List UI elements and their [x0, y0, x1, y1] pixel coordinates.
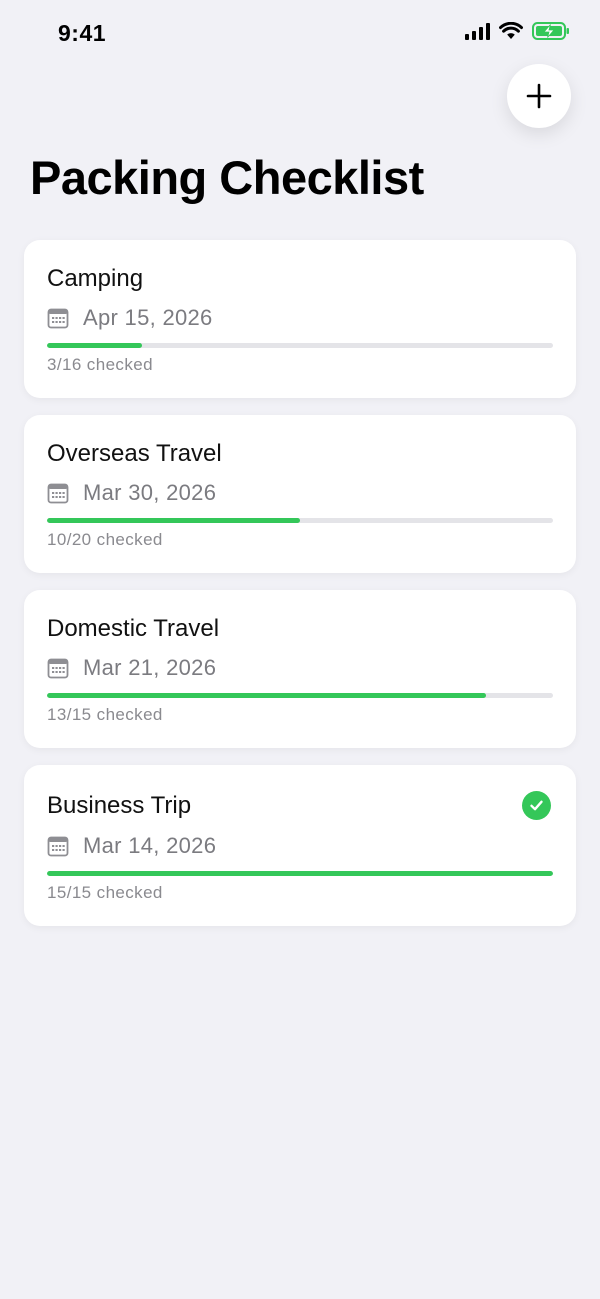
checked-count: 10/20 checked — [47, 530, 163, 549]
cellular-signal-icon — [465, 22, 490, 40]
plus-icon — [526, 83, 552, 109]
status-bar: 9:41 — [0, 0, 600, 64]
card-title: Domestic Travel — [47, 615, 220, 642]
progress-fill — [47, 343, 142, 348]
calendar-icon — [47, 836, 69, 857]
progress-bar — [47, 871, 553, 876]
checked-count: 15/15 checked — [47, 883, 163, 902]
trip-date: Mar 14, 2026 — [83, 833, 217, 858]
checked-count: 13/15 checked — [47, 705, 163, 724]
calendar-icon — [47, 308, 69, 329]
checklist-card-camping[interactable]: Camping Apr 15, 2026 3/16 checked — [24, 240, 576, 398]
card-title: Camping — [47, 265, 144, 292]
page-title: Packing Checklist — [30, 151, 424, 204]
date-row: Mar 21, 2026 — [47, 654, 216, 682]
progress-bar — [47, 343, 553, 348]
progress-fill — [47, 871, 553, 876]
calendar-icon — [47, 658, 69, 679]
date-row: Apr 15, 2026 — [47, 304, 213, 332]
completed-check-icon — [522, 791, 551, 820]
calendar-icon — [47, 483, 69, 504]
card-title: Overseas Travel — [47, 440, 222, 467]
checked-count: 3/16 checked — [47, 355, 153, 374]
wifi-icon — [499, 22, 523, 39]
battery-charging-icon — [532, 22, 569, 40]
date-row: Mar 14, 2026 — [47, 832, 216, 860]
progress-bar — [47, 693, 553, 698]
date-row: Mar 30, 2026 — [47, 479, 216, 507]
trip-date: Mar 21, 2026 — [83, 655, 217, 680]
checklist-card-domestic-travel[interactable]: Domestic Travel Mar 21, 2026 13/15 check… — [24, 590, 576, 748]
checklist-card-business-trip[interactable]: Business Trip Mar 14, 2026 15/15 checked — [24, 765, 576, 926]
trip-date: Mar 30, 2026 — [83, 480, 217, 505]
status-time: 9:41 — [58, 20, 107, 46]
card-title: Business Trip — [47, 792, 192, 819]
add-checklist-button[interactable] — [507, 64, 571, 128]
status-icons — [465, 22, 570, 40]
checklist-card-overseas-travel[interactable]: Overseas Travel Mar 30, 2026 10/20 check… — [24, 415, 576, 573]
progress-bar — [47, 518, 553, 523]
progress-fill — [47, 518, 300, 523]
trip-date: Apr 15, 2026 — [83, 305, 213, 330]
progress-fill — [47, 693, 486, 698]
